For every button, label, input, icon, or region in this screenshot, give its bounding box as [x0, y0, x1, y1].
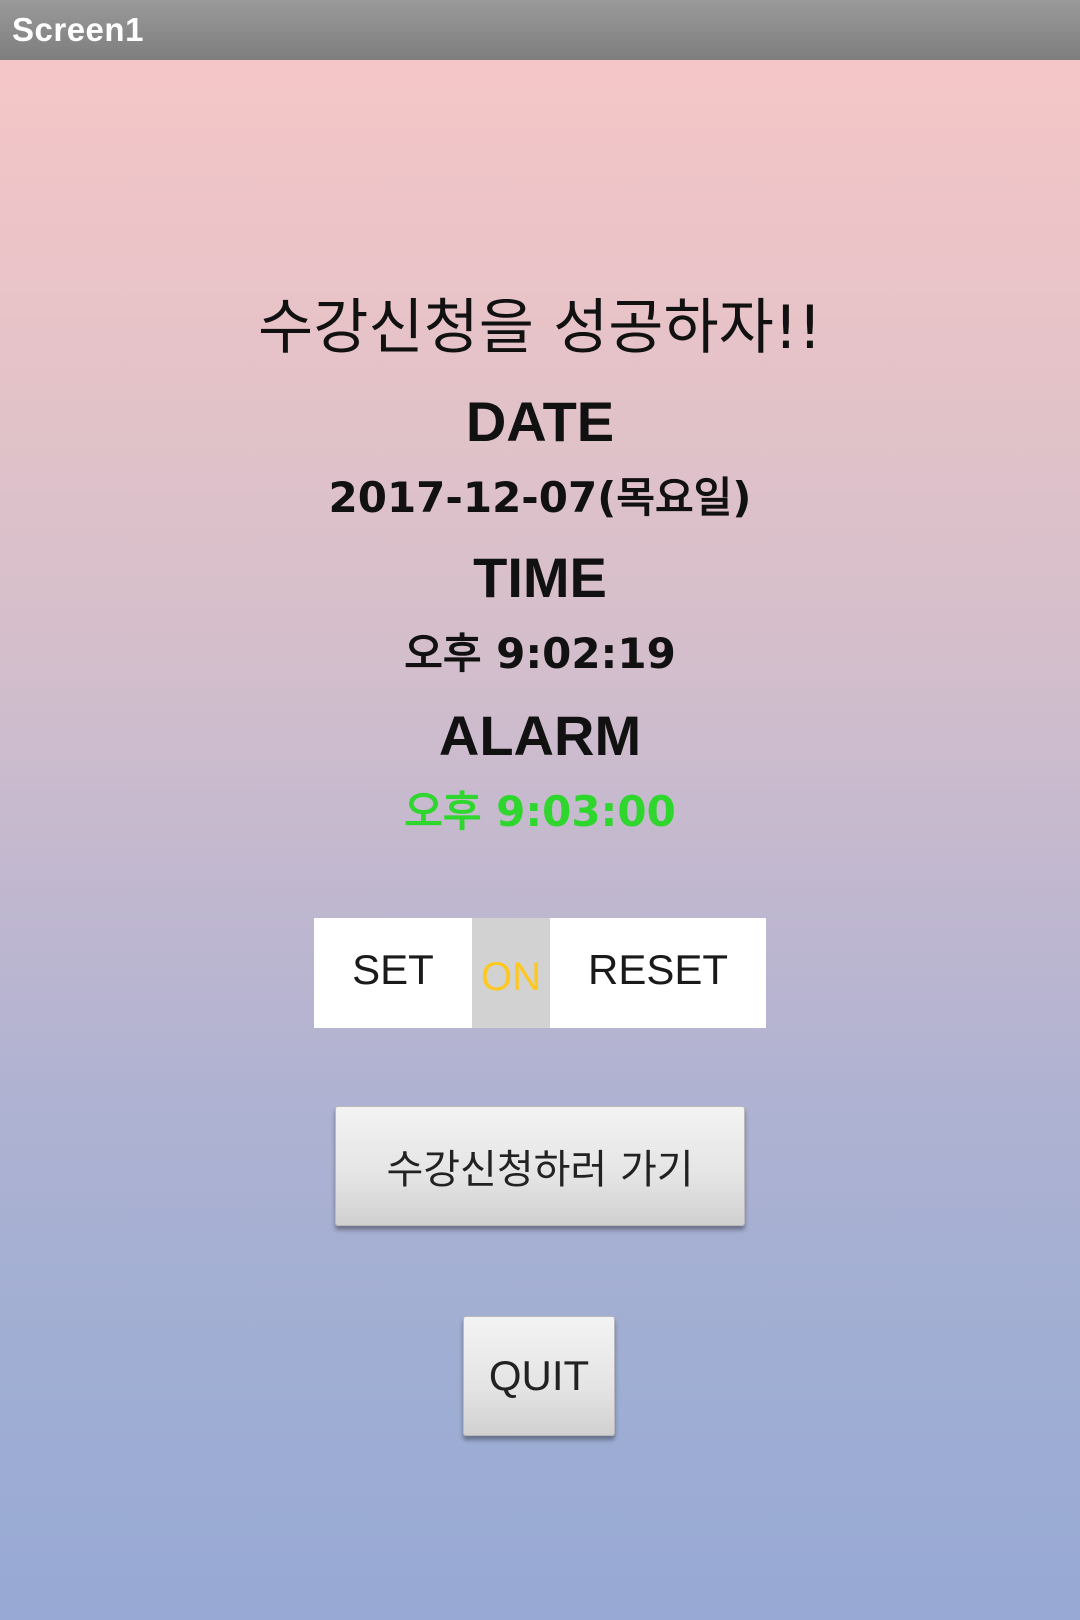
alarm-control-group: SET ON RESET: [314, 918, 766, 1028]
set-alarm-button[interactable]: SET: [314, 918, 472, 1028]
go-to-registration-button[interactable]: 수강신청하러 가기: [335, 1106, 745, 1226]
time-value: 오후 9:02:19: [404, 629, 676, 678]
page-heading: 수강신청을 성공하자!!: [258, 293, 822, 363]
alarm-status-indicator: ON: [472, 918, 550, 1028]
time-label: TIME: [473, 546, 607, 609]
date-label: DATE: [465, 390, 615, 453]
alarm-label: ALARM: [438, 704, 642, 767]
reset-alarm-button[interactable]: RESET: [550, 918, 766, 1028]
screen-title: Screen1: [12, 11, 144, 48]
date-value: 2017-12-07(목요일): [328, 473, 752, 522]
quit-button[interactable]: QUIT: [463, 1316, 615, 1436]
screen-body: 수강신청을 성공하자!! DATE 2017-12-07(목요일) TIME 오…: [0, 60, 1080, 1620]
title-bar: Screen1: [0, 0, 1080, 60]
alarm-time-value: 오후 9:03:00: [404, 787, 676, 836]
